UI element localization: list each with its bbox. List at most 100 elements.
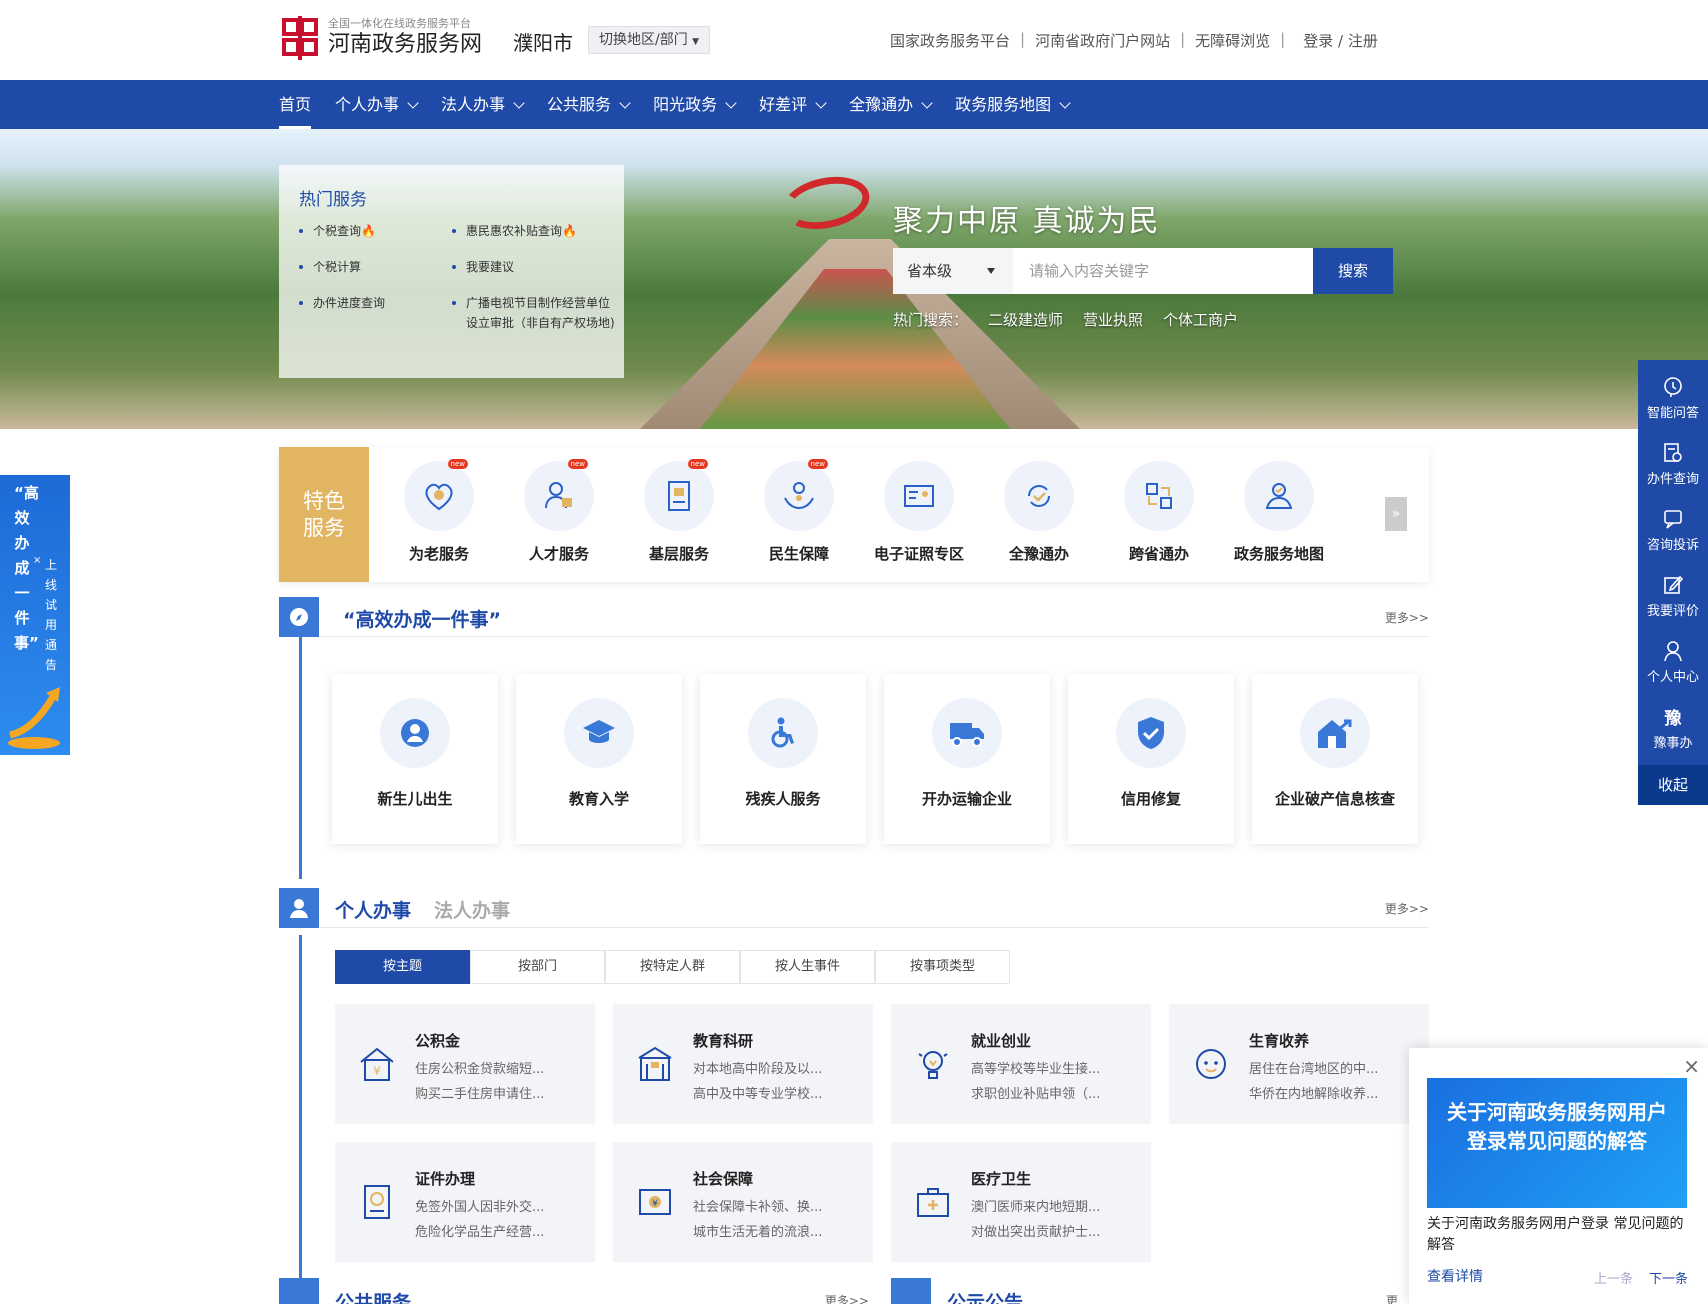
close-icon[interactable]: ×	[1683, 1054, 1700, 1078]
topic-line[interactable]: 危险化学品生产经营...	[415, 1221, 544, 1240]
featured-next-button[interactable]: »	[1385, 497, 1407, 531]
nav-province-wide[interactable]: 全豫通办	[849, 80, 933, 129]
nav-corporate[interactable]: 法人办事	[441, 80, 525, 129]
float-smart-qa[interactable]: 智能问答	[1638, 360, 1708, 426]
card-education[interactable]: 教育入学	[516, 674, 682, 844]
topic-line[interactable]: 求职创业补贴申领（...	[971, 1083, 1100, 1102]
float-consult-complaint[interactable]: 咨询投诉	[1638, 492, 1708, 558]
featured-cross-province[interactable]: 跨省通办	[1104, 461, 1214, 564]
nav-evaluation[interactable]: 好差评	[759, 80, 827, 129]
topic-line[interactable]: 高等学校等毕业生接...	[971, 1058, 1100, 1077]
float-collapse-button[interactable]: 收起	[1638, 765, 1708, 805]
hot-service-broadcast[interactable]: 广播电视节目制作经营单位设立审批（非自有产权场地)	[452, 293, 616, 333]
float-label: 办件查询	[1646, 472, 1699, 487]
efficient-more-link[interactable]: 更多>>	[1385, 609, 1429, 626]
tab-by-group[interactable]: 按特定人群	[605, 950, 740, 984]
search-button[interactable]: 搜索	[1313, 248, 1393, 294]
hot-service-tax-calc[interactable]: 个税计算	[298, 257, 361, 277]
card-disability[interactable]: 残疾人服务	[700, 674, 866, 844]
card-transport[interactable]: 开办运输企业	[884, 674, 1050, 844]
tab-by-department[interactable]: 按部门	[470, 950, 605, 984]
topic-education[interactable]: 教育科研 对本地高中阶段及以... 高中及中等专业学校...	[613, 1004, 873, 1124]
topic-line[interactable]: 澳门医师来内地短期...	[971, 1196, 1100, 1215]
site-logo[interactable]: 全国一体化在线政务服务平台 河南政务服务网	[280, 16, 482, 60]
card-label: 教育入学	[568, 790, 629, 808]
double-chevron-right-icon: »	[1391, 506, 1401, 522]
divider: |	[1180, 30, 1186, 48]
featured-talent[interactable]: new 人才服务	[504, 459, 614, 564]
left-floating-banner[interactable]: “高效办成一件事” 上线试用通告 ×	[0, 475, 70, 755]
tab-corporate-affairs[interactable]: 法人办事	[434, 896, 510, 923]
hot-services-panel: 热门服务 个税查询🔥 惠民惠农补贴查询🔥 个税计算 我要建议 办件进度查询 广播…	[279, 165, 624, 378]
nav-service-map[interactable]: 政务服务地图	[955, 80, 1071, 129]
card-credit[interactable]: 信用修复	[1068, 674, 1234, 844]
notice-title[interactable]: 公示公告	[947, 1288, 1023, 1304]
login-register-link[interactable]: 登录 / 注册	[1303, 30, 1378, 51]
topic-line[interactable]: 华侨在内地解除收养...	[1249, 1083, 1378, 1102]
topic-employment[interactable]: 就业创业 高等学校等毕业生接... 求职创业补贴申领（...	[891, 1004, 1151, 1124]
switch-region-button[interactable]: 切换地区/部门 ▼	[588, 26, 711, 54]
nav-sunshine-affairs[interactable]: 阳光政务	[653, 80, 737, 129]
notice-more[interactable]: 更多	[1386, 1292, 1409, 1304]
link-accessibility[interactable]: 无障碍浏览	[1195, 30, 1270, 51]
svg-text:¥: ¥	[652, 1199, 658, 1209]
topic-line[interactable]: 购买二手住房申请住...	[415, 1083, 544, 1102]
nav-public-service[interactable]: 公共服务	[547, 80, 631, 129]
hot-service-suggestion[interactable]: 我要建议	[451, 257, 514, 277]
hot-service-subsidy-query[interactable]: 惠民惠农补贴查询🔥	[452, 221, 577, 241]
float-yushiban[interactable]: 豫豫事办	[1638, 690, 1708, 756]
hot-service-label: 惠民惠农补贴查询	[466, 224, 563, 238]
topic-line[interactable]: 社会保障卡补领、换...	[693, 1196, 822, 1215]
topic-birth-adoption[interactable]: 生育收养 居住在台湾地区的中... 华侨在内地解除收养...	[1169, 1004, 1429, 1124]
float-personal-center[interactable]: 个人中心	[1638, 624, 1708, 690]
featured-province-wide[interactable]: 全豫通办	[984, 461, 1094, 564]
notice-header: 公示公告 更多	[891, 1278, 1409, 1304]
tab-by-item-type[interactable]: 按事项类型	[875, 950, 1010, 984]
link-provincial-portal[interactable]: 河南省政府门户网站	[1035, 30, 1170, 51]
tab-by-life-event[interactable]: 按人生事件	[740, 950, 875, 984]
float-evaluate[interactable]: 我要评价	[1638, 558, 1708, 624]
popup-prev-button[interactable]: 上一条	[1594, 1268, 1633, 1287]
nav-home[interactable]: 首页	[279, 80, 312, 129]
building-icon	[668, 481, 690, 511]
topic-certificates[interactable]: 证件办理 免签外国人因非外交... 危险化学品生产经营...	[335, 1142, 595, 1262]
search-input[interactable]	[1013, 248, 1313, 294]
topic-line[interactable]: 住房公积金贷款缩短...	[415, 1058, 544, 1077]
topic-line[interactable]: 对做出突出贡献护士...	[971, 1221, 1100, 1240]
hot-search-term[interactable]: 二级建造师	[988, 309, 1063, 330]
popup-details-link[interactable]: 查看详情	[1427, 1266, 1483, 1286]
hot-service-tax-query[interactable]: 个税查询🔥	[299, 221, 376, 241]
link-national-platform[interactable]: 国家政务服务平台	[890, 30, 1010, 51]
card-bankruptcy[interactable]: 企业破产信息核查	[1252, 674, 1418, 844]
topic-social-security[interactable]: ¥ 社会保障 社会保障卡补领、换... 城市生活无着的流浪...	[613, 1142, 873, 1262]
hot-service-progress[interactable]: 办件进度查询	[298, 293, 385, 313]
featured-service-map[interactable]: 政务服务地图	[1224, 461, 1334, 564]
topic-housing-fund[interactable]: ¥ 公积金 住房公积金贷款缩短... 购买二手住房申请住...	[335, 1004, 595, 1124]
featured-elderly[interactable]: new 为老服务	[384, 459, 494, 564]
popup-next-button[interactable]: 下一条	[1649, 1268, 1688, 1287]
popup-banner-image[interactable]: 关于河南政务服务网用户登录常见问题的解答	[1427, 1078, 1687, 1208]
featured-grassroots[interactable]: new 基层服务	[624, 459, 734, 564]
topic-line[interactable]: 居住在台湾地区的中...	[1249, 1058, 1378, 1077]
public-service-more[interactable]: 更多>>	[825, 1292, 869, 1304]
close-icon[interactable]: ×	[33, 555, 41, 566]
hot-search-term[interactable]: 个体工商户	[1163, 309, 1238, 330]
hot-search-label: 热门搜索：	[893, 311, 969, 329]
float-case-query[interactable]: 办件查询	[1638, 426, 1708, 492]
tab-personal-affairs[interactable]: 个人办事	[335, 896, 411, 923]
tab-by-theme[interactable]: 按主题	[335, 950, 470, 984]
featured-e-license[interactable]: 电子证照专区	[864, 461, 974, 564]
public-service-title[interactable]: 公共服务	[335, 1288, 411, 1304]
topic-medical[interactable]: 医疗卫生 澳门医师来内地短期... 对做出突出贡献护士...	[891, 1142, 1151, 1262]
personal-more-link[interactable]: 更多>>	[1385, 900, 1429, 917]
popup-text[interactable]: 关于河南政务服务网用户登录 常见问题的解答	[1427, 1214, 1697, 1256]
topic-line[interactable]: 免签外国人因非外交...	[415, 1196, 544, 1215]
featured-livelihood[interactable]: new 民生保障	[744, 459, 854, 564]
topic-line[interactable]: 高中及中等专业学校...	[693, 1083, 822, 1102]
card-newborn[interactable]: 新生儿出生	[332, 674, 498, 844]
topic-line[interactable]: 对本地高中阶段及以...	[693, 1058, 822, 1077]
nav-personal[interactable]: 个人办事	[335, 80, 419, 129]
search-level-select[interactable]: 省本级	[893, 248, 1013, 294]
hot-search-term[interactable]: 营业执照	[1083, 309, 1143, 330]
topic-line[interactable]: 城市生活无着的流浪...	[693, 1221, 822, 1240]
